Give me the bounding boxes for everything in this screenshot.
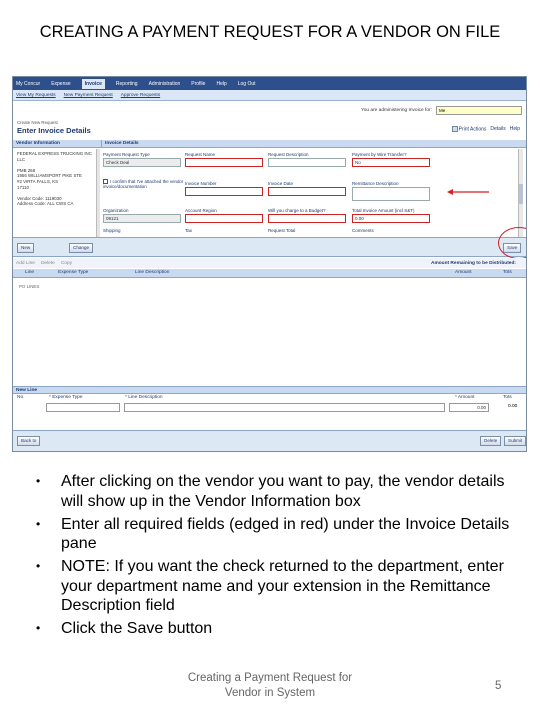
header-actions: Print Actions Details Help (451, 126, 520, 132)
col-line[interactable]: Line (25, 270, 34, 275)
bottom-button-bar: Back to Delete Submit (13, 430, 526, 451)
red-arrow-annotation (447, 189, 489, 195)
new-button[interactable]: New (17, 243, 35, 253)
nav-administration[interactable]: Administration (149, 81, 181, 87)
subnav-approve-requests[interactable]: Approve Requests (121, 93, 160, 98)
organization-input[interactable]: 09121 (103, 214, 181, 223)
charge-budget-field: Will you charge to a Budget? (268, 208, 346, 223)
account-region-select[interactable] (185, 214, 263, 223)
remittance-description-field: Remittance Description (352, 181, 430, 201)
details-link[interactable]: Details (490, 126, 505, 132)
wire-transfer-field: Payment by Wire Transfer? No (352, 152, 430, 167)
help-link[interactable]: Help (510, 126, 520, 132)
invoice-date-field: Invoice Date (268, 181, 346, 196)
remittance-description-input[interactable] (352, 187, 430, 201)
subnav-view-requests[interactable]: View My Requests (16, 93, 56, 98)
new-line-row: 0.00 0.00 (13, 403, 526, 414)
submit-button[interactable]: Submit (504, 436, 526, 446)
shipping-field: Shipping (103, 228, 121, 233)
new-line-expense-type[interactable] (46, 403, 120, 412)
total-invoice-input[interactable]: 0.00 (352, 214, 430, 223)
charge-budget-select[interactable] (268, 214, 346, 223)
invoice-date-input[interactable] (268, 187, 346, 196)
new-line-amount[interactable]: 0.00 (449, 403, 489, 412)
page-title: Enter Invoice Details (17, 126, 91, 135)
payment-type-field: Payment Request Type Check Deal (103, 152, 181, 167)
subnav-new-request[interactable]: New Payment Request (64, 93, 113, 98)
admin-select[interactable]: Me (436, 106, 522, 115)
invoice-number-field: Invoice Number (185, 181, 263, 196)
organization-field: Organization 09121 (103, 208, 181, 223)
col-tots[interactable]: Tots (503, 270, 512, 275)
account-region-field: Account Region (185, 208, 263, 223)
bullet-item: After clicking on the vendor you want to… (36, 472, 516, 511)
vendor-info-header: Vendor Information (13, 140, 101, 148)
nav-invoice[interactable]: Invoice (81, 78, 105, 89)
bullet-item: Click the Save button (36, 619, 516, 639)
col-line-description[interactable]: Line Description (135, 270, 169, 275)
payment-type-select[interactable]: Check Deal (103, 158, 181, 167)
nav-my-concur[interactable]: My Concur (16, 81, 40, 87)
invoice-details-header: Invoice Details (101, 140, 526, 148)
new-line-total: 0.00 (508, 404, 518, 409)
new-line-description[interactable] (124, 403, 445, 412)
sub-nav: View My Requests New Payment Request App… (13, 90, 526, 101)
delete-button[interactable]: Delete (480, 436, 502, 446)
new-line-header: New Line (13, 386, 526, 394)
print-actions-link[interactable]: Print Actions (451, 126, 486, 132)
app-screenshot: My Concur Expense Invoice Reporting Admi… (12, 76, 527, 452)
comments-field: Comments (352, 228, 374, 233)
nav-log-out[interactable]: Log Out (238, 81, 256, 87)
bullet-item: NOTE: If you want the check returned to … (36, 557, 516, 616)
checkbox-icon[interactable] (103, 179, 108, 184)
line-toolbar: Add Line Delete Copy Amount Remaining to… (13, 258, 526, 268)
add-line-button[interactable]: Add Line (16, 261, 35, 266)
vendor-scrollbar[interactable] (96, 149, 100, 243)
change-button[interactable]: Change (69, 243, 94, 253)
invoice-number-input[interactable] (185, 187, 263, 196)
request-name-field: Request Name (185, 152, 263, 167)
po-lines-cell: PO LINES (19, 284, 40, 289)
total-invoice-field: Total Invoice Amount (incl S&T) 0.00 (352, 208, 430, 223)
back-button[interactable]: Back to (17, 436, 41, 446)
attach-confirm-checkbox[interactable]: I confirm that I've attached the vendor … (103, 179, 188, 190)
amount-remaining-label: Amount Remaining to be Distributed: (430, 260, 516, 266)
lines-grid-header: Line Expense Type Line Description Amoun… (13, 269, 526, 278)
breadcrumb: Create New Request (17, 120, 58, 125)
vendor-info-box: FEDERAL EXPRESS TRUCKING INC LLC PMB 268… (17, 151, 92, 207)
scroll-thumb[interactable] (519, 184, 523, 204)
slide-title: CREATING A PAYMENT REQUEST FOR A VENDOR … (39, 23, 501, 41)
button-bar: New Change Save (13, 237, 526, 257)
page-number: 5 (495, 680, 502, 692)
request-name-input[interactable] (185, 158, 263, 167)
bullet-item: Enter all required fields (edged in red)… (36, 515, 516, 554)
print-icon (451, 126, 458, 132)
new-line-columns: No * Expense Type * Line Description * A… (17, 395, 512, 400)
nav-help[interactable]: Help (216, 81, 226, 87)
col-expense-type[interactable]: Expense Type (58, 270, 88, 275)
nav-reporting[interactable]: Reporting (116, 81, 138, 87)
request-total-field: Request Total (268, 228, 296, 233)
copy-line-button[interactable]: Copy (61, 261, 72, 266)
request-description-input[interactable] (268, 158, 346, 167)
request-description-field: Request Description (268, 152, 346, 167)
admin-row: You are administering Invoice for: Me (361, 106, 522, 115)
instruction-list: After clicking on the vendor you want to… (36, 472, 516, 642)
wire-transfer-select[interactable]: No (352, 158, 430, 167)
nav-expense[interactable]: Expense (51, 81, 70, 87)
top-nav: My Concur Expense Invoice Reporting Admi… (13, 77, 526, 90)
nav-profile[interactable]: Profile (191, 81, 205, 87)
tax-field: Tax (185, 228, 193, 233)
delete-line-button[interactable]: Delete (41, 261, 55, 266)
slide-footer: Creating a Payment Request for Vendor in… (187, 672, 353, 699)
col-amount[interactable]: Amount (455, 270, 472, 275)
admin-label: You are administering Invoice for: (360, 108, 432, 113)
